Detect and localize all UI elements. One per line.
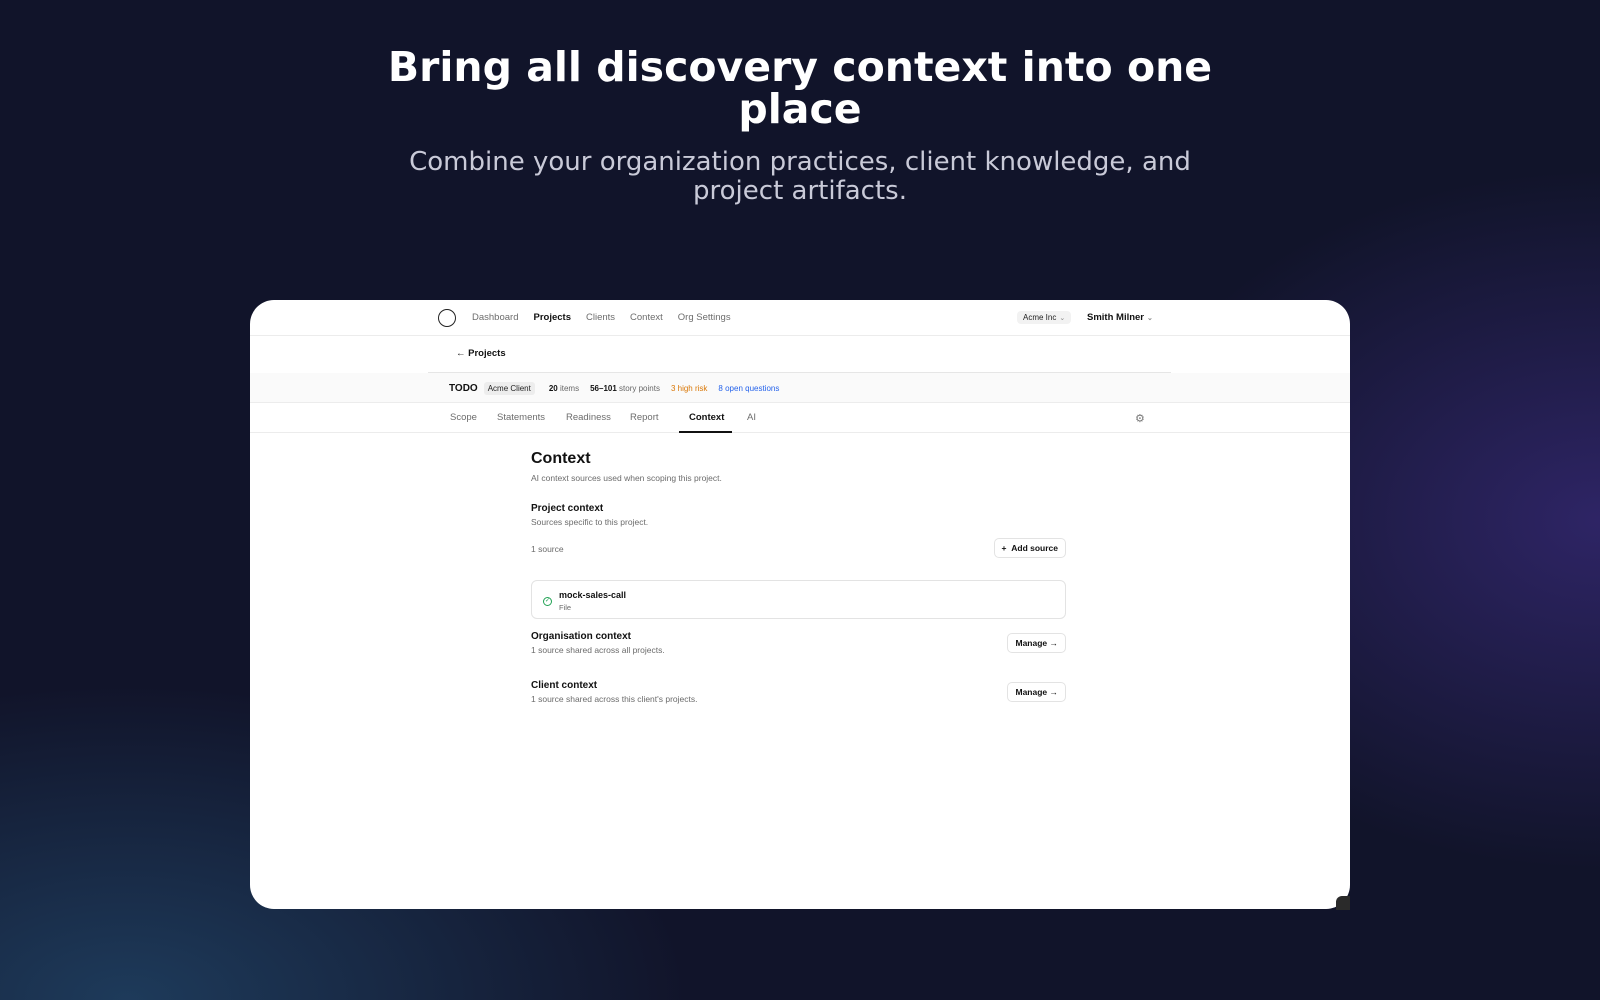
open-questions-badge[interactable]: 8 open questions [718, 384, 779, 393]
circle-logo-icon[interactable] [438, 309, 456, 327]
add-source-button[interactable]: + Add source [993, 538, 1066, 558]
client-context-section: Client context 1 source shared across th… [531, 680, 1066, 706]
items-stat: 20 items [549, 384, 579, 393]
source-name: mock-sales-call [559, 590, 627, 600]
check-circle-icon: ✓ [543, 597, 552, 606]
nav-links: Dashboard Projects Clients Context Org S… [472, 312, 731, 323]
add-source-label: Add source [1011, 543, 1058, 553]
resize-handle[interactable] [1336, 896, 1350, 910]
tab-context[interactable]: Context [689, 412, 724, 423]
project-context-header: Project context Sources specific to this… [531, 503, 1066, 527]
hero: Bring all discovery context into one pla… [0, 46, 1600, 206]
story-points-label: story points [619, 384, 660, 393]
app-window: Dashboard Projects Clients Context Org S… [250, 300, 1350, 909]
high-risk-badge[interactable]: 3 high risk [671, 384, 707, 393]
organisation-context-subtitle: 1 source shared across all projects. [531, 645, 665, 655]
source-type: File [559, 603, 572, 612]
plus-icon: + [1001, 543, 1007, 553]
organisation-context-title: Organisation context [531, 631, 632, 642]
back-to-projects-link[interactable]: ← Projects [456, 348, 506, 359]
chevron-down-icon: ⌄ [1147, 315, 1153, 322]
hero-title: Bring all discovery context into one pla… [387, 43, 1213, 133]
organisation-context-section: Organisation context 1 source shared acr… [531, 631, 1066, 657]
source-card[interactable]: ✓ mock-sales-call File [531, 580, 1066, 619]
project-sources-toolbar: 1 source + Add source [531, 538, 1066, 560]
tab-report[interactable]: Report [630, 412, 659, 423]
project-context-title: Project context [531, 503, 604, 514]
project-name: TODO [449, 383, 478, 394]
nav-context[interactable]: Context [630, 312, 663, 323]
user-name: Smith Milner [1087, 312, 1145, 323]
items-label: items [559, 384, 580, 393]
manage-organisation-context-button[interactable]: Manage → [1007, 633, 1066, 653]
nav-org-settings[interactable]: Org Settings [678, 312, 731, 323]
source-count: 1 source [531, 544, 564, 554]
client-context-title: Client context [531, 680, 598, 691]
nav-dashboard[interactable]: Dashboard [472, 312, 518, 323]
items-count: 20 [548, 384, 558, 393]
client-context-subtitle: 1 source shared across this client's pro… [531, 694, 698, 704]
chevron-down-icon: ⌄ [1059, 315, 1066, 322]
tab-statements[interactable]: Statements [497, 412, 545, 423]
project-tabs: Scope Statements Readiness Report Contex… [250, 404, 1350, 433]
page-title: Context [531, 450, 591, 467]
nav-clients[interactable]: Clients [586, 312, 615, 323]
org-switcher-label: Acme Inc [1023, 313, 1057, 322]
tab-ai[interactable]: AI [747, 412, 756, 423]
project-context-subtitle: Sources specific to this project. [531, 517, 649, 527]
gear-icon[interactable]: ⚙ [1135, 412, 1145, 425]
manage-client-context-button[interactable]: Manage → [1007, 682, 1066, 702]
context-header: Context AI context sources used when sco… [531, 450, 1066, 483]
org-switcher[interactable]: Acme Inc ⌄ [1017, 311, 1072, 324]
active-tab-indicator [679, 431, 732, 433]
hero-subtitle: Combine your organization practices, cli… [409, 147, 1191, 206]
top-nav: Dashboard Projects Clients Context Org S… [250, 300, 1350, 336]
user-menu[interactable]: Smith Milner ⌄ [1087, 312, 1153, 323]
nav-projects[interactable]: Projects [533, 312, 571, 323]
story-points-value: 56–101 [590, 384, 617, 393]
project-meta-bar: TODO Acme Client 20 items 56–101 story p… [250, 373, 1350, 403]
page-subtitle: AI context sources used when scoping thi… [531, 473, 722, 483]
tab-readiness[interactable]: Readiness [566, 412, 611, 423]
client-badge[interactable]: Acme Client [483, 382, 535, 395]
story-points-stat: 56–101 story points [590, 384, 660, 393]
tab-scope[interactable]: Scope [450, 412, 477, 423]
